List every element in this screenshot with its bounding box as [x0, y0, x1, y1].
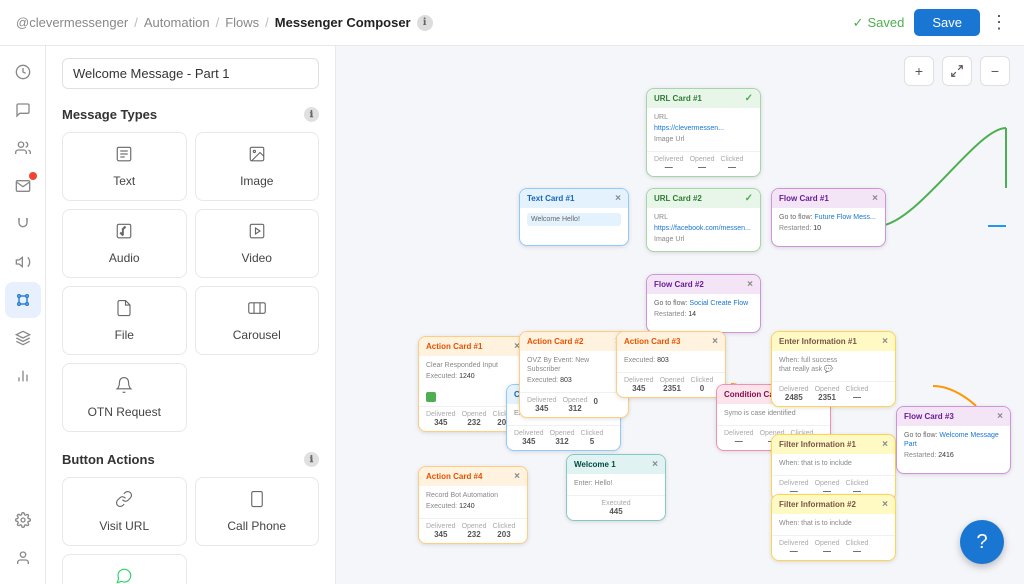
image-label: Image [240, 174, 273, 188]
message-types-info-icon[interactable]: ℹ [304, 107, 319, 122]
card-video[interactable]: Video [195, 209, 320, 278]
carousel-label: Carousel [233, 328, 281, 342]
sidebar-item-automation[interactable] [5, 282, 41, 318]
whatsapp-icon [115, 567, 133, 584]
sidebar-item-megaphone[interactable] [5, 244, 41, 280]
main-layout: Message Types ℹ Text Image [0, 46, 1024, 584]
flow-title-input[interactable] [62, 58, 319, 89]
otn-icon [115, 376, 133, 399]
left-panel: Message Types ℹ Text Image [46, 46, 336, 584]
message-types-section: Message Types ℹ Text Image [46, 97, 335, 442]
panel-header [46, 46, 335, 97]
node-url-card-2[interactable]: URL Card #2 ✓ URL https://facebook.com/m… [646, 188, 761, 252]
call-phone-label: Call Phone [227, 519, 286, 533]
breadcrumb: @clevermessenger / Automation / Flows / … [16, 15, 433, 31]
breadcrumb-org[interactable]: @clevermessenger [16, 15, 128, 30]
button-actions-section: Button Actions ℹ Visit URL Call Phone [46, 442, 335, 584]
image-icon [248, 145, 266, 168]
node-action-card-2[interactable]: Action Card #2 × OVZ By Event: New Subsc… [519, 331, 629, 418]
otn-label: OTN Request [88, 405, 161, 419]
video-label: Video [242, 251, 272, 265]
card-visit-url[interactable]: Visit URL [62, 477, 187, 546]
node-filter-information-1[interactable]: Filter Information #1 × When: that is to… [771, 434, 896, 501]
sidebar-item-chat[interactable] [5, 92, 41, 128]
zoom-out-button[interactable]: − [980, 56, 1010, 86]
checkmark-icon: ✓ [853, 15, 864, 31]
button-actions-info-icon[interactable]: ℹ [304, 452, 319, 467]
node-url-card-1[interactable]: URL Card #1 ✓ URL https://clevermessen..… [646, 88, 761, 177]
card-audio[interactable]: Audio [62, 209, 187, 278]
sidebar-item-settings[interactable] [5, 502, 41, 538]
breadcrumb-flows[interactable]: Flows [225, 15, 259, 30]
sidebar-item-home[interactable] [5, 54, 41, 90]
carousel-icon [248, 299, 266, 322]
node-action-card-4[interactable]: Action Card #4 × Record Bot Automation E… [418, 466, 528, 544]
icon-sidebar [0, 46, 46, 584]
breadcrumb-automation[interactable]: Automation [144, 15, 210, 30]
audio-label: Audio [109, 251, 140, 265]
card-call-phone[interactable]: Call Phone [195, 477, 320, 546]
visit-url-label: Visit URL [99, 519, 149, 533]
file-label: File [115, 328, 134, 342]
message-types-grid: Text Image Audio [62, 132, 319, 355]
card-image[interactable]: Image [195, 132, 320, 201]
expand-canvas-button[interactable] [942, 56, 972, 86]
card-file[interactable]: File [62, 286, 187, 355]
node-flow-card-3[interactable]: Flow Card #3 × Go to flow: Welcome Messa… [896, 406, 1011, 474]
sidebar-item-magnet[interactable] [5, 206, 41, 242]
node-flow-card-2[interactable]: Flow Card #2 × Go to flow: Social Create… [646, 274, 761, 333]
card-whatsapp[interactable]: WhatsApp [62, 554, 187, 584]
more-options-button[interactable]: ⋮ [990, 12, 1008, 33]
add-node-button[interactable]: + [904, 56, 934, 86]
card-otn[interactable]: OTN Request [62, 363, 187, 432]
sidebar-item-user[interactable] [5, 540, 41, 576]
audio-icon [115, 222, 133, 245]
button-actions-grid: Visit URL Call Phone [62, 477, 319, 546]
sidebar-item-layers[interactable] [5, 320, 41, 356]
top-navigation: @clevermessenger / Automation / Flows / … [0, 0, 1024, 46]
saved-status: ✓ Saved [853, 15, 905, 31]
message-types-header: Message Types ℹ [62, 107, 319, 122]
help-fab-button[interactable]: ? [960, 520, 1004, 564]
sidebar-item-chart[interactable] [5, 358, 41, 394]
node-enter-information-1[interactable]: Enter Information #1 × When: full succes… [771, 331, 896, 407]
node-filter-information-2[interactable]: Filter Information #2 × When: that is to… [771, 494, 896, 561]
video-icon [248, 222, 266, 245]
breadcrumb-current: Messenger Composer [275, 15, 411, 30]
text-icon [115, 145, 133, 168]
node-action-card-3[interactable]: Action Card #3 × Executed: 803 Delivered… [616, 331, 726, 398]
topnav-actions: ✓ Saved Save ⋮ [853, 9, 1008, 36]
sidebar-item-users[interactable] [5, 130, 41, 166]
call-phone-icon [248, 490, 266, 513]
card-text[interactable]: Text [62, 132, 187, 201]
node-flow-card-1[interactable]: Flow Card #1 × Go to flow: Future Flow M… [771, 188, 886, 247]
canvas-toolbar: + − [904, 56, 1010, 86]
node-welcome-1[interactable]: Welcome 1 × Enter: Hello! Executed445 [566, 454, 666, 521]
text-label: Text [113, 174, 135, 188]
file-icon [115, 299, 133, 322]
info-icon[interactable]: ℹ [417, 15, 433, 31]
save-button[interactable]: Save [914, 9, 980, 36]
node-text-card-1[interactable]: Text Card #1 × Welcome Hello! [519, 188, 629, 246]
flow-canvas: + − [336, 46, 1024, 584]
card-carousel[interactable]: Carousel [195, 286, 320, 355]
sidebar-item-messages[interactable] [5, 168, 41, 204]
button-actions-header: Button Actions ℹ [62, 452, 319, 467]
visit-url-icon [115, 490, 133, 513]
notification-badge [29, 172, 37, 180]
